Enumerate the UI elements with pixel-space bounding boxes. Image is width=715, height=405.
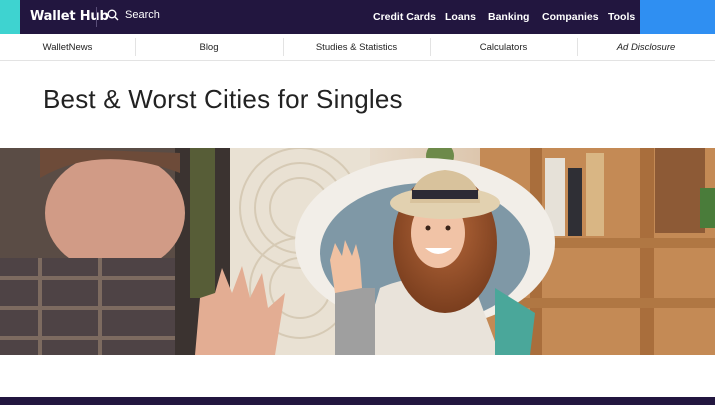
secondary-navigation: WalletNews Blog Studies & Statistics Cal… <box>0 34 715 61</box>
subnav-blog[interactable]: Blog <box>135 34 283 60</box>
search-button[interactable]: Search <box>107 9 160 21</box>
subnav-ad-disclosure[interactable]: Ad Disclosure <box>577 34 715 60</box>
blue-accent-button[interactable] <box>640 0 715 34</box>
nav-tools[interactable]: Tools <box>608 11 635 23</box>
cyan-accent <box>0 0 20 34</box>
search-label: Search <box>125 9 160 21</box>
subnav-studies-statistics[interactable]: Studies & Statistics <box>283 34 430 60</box>
nav-companies[interactable]: Companies <box>542 11 599 23</box>
hero-illustration <box>0 148 715 355</box>
subnav-calculators[interactable]: Calculators <box>430 34 577 60</box>
nav-loans[interactable]: Loans <box>445 11 476 23</box>
nav-banking[interactable]: Banking <box>488 11 529 23</box>
subnav-walletnews[interactable]: WalletNews <box>0 34 135 60</box>
footer-bar <box>0 397 715 405</box>
logo-divider <box>96 7 97 27</box>
page-title: Best & Worst Cities for Singles <box>43 84 403 114</box>
hero-image <box>0 148 715 355</box>
top-navigation-bar: Wallet Hub Search Credit Cards Loans Ban… <box>0 0 715 34</box>
search-icon <box>107 9 119 21</box>
nav-credit-cards[interactable]: Credit Cards <box>373 11 436 23</box>
